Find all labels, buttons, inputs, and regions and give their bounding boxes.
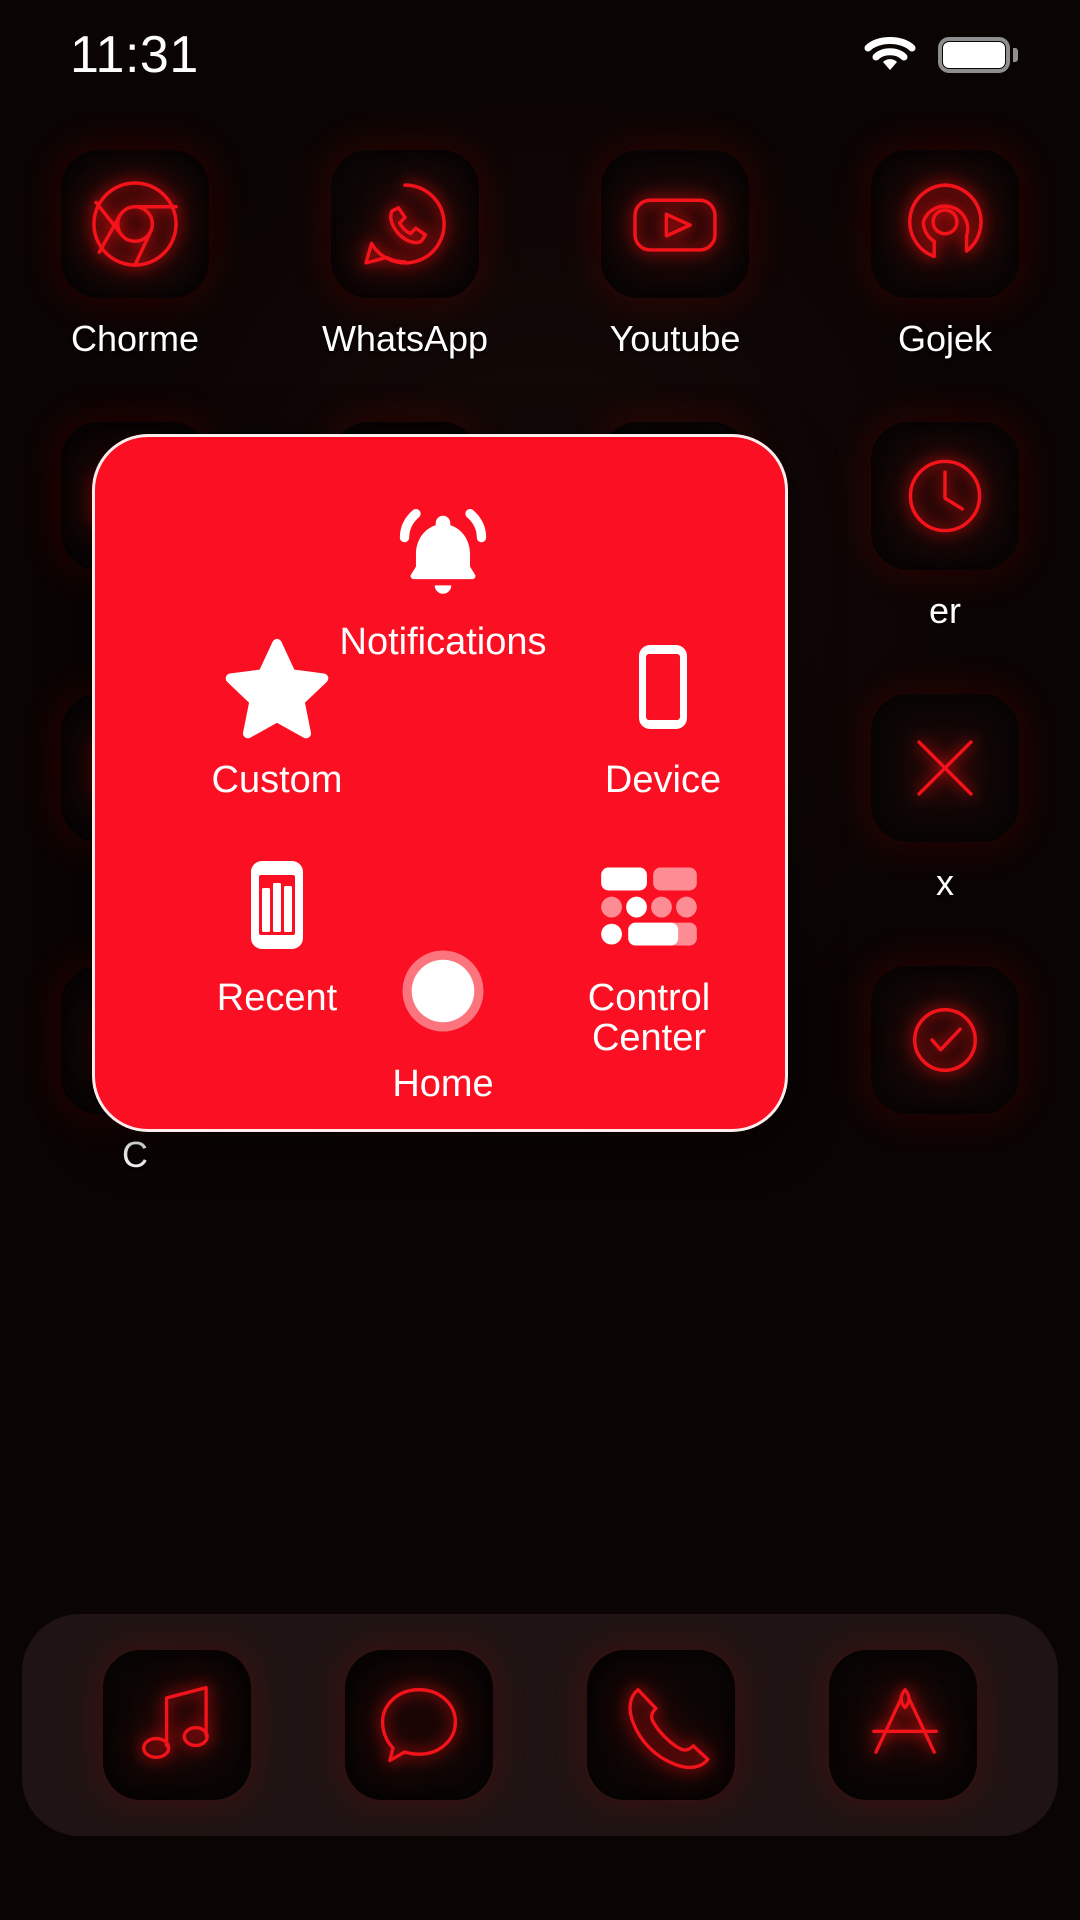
dock [22,1614,1058,1836]
app-icon [871,422,1019,570]
app-label: er [929,590,961,632]
phone-screen: 11:31 [0,0,1080,1920]
gojek-icon [871,150,1019,298]
app-label: x [936,862,954,904]
app-icon [871,694,1019,842]
app-icon-gojek[interactable]: Gojek [810,150,1080,360]
app-label: Chorme [71,318,199,360]
assistive-item-home[interactable]: Home [343,931,543,1105]
messages-icon [367,1671,471,1780]
assistive-label: Control Center [588,979,711,1058]
assistive-label: Home [392,1065,493,1105]
dock-item-phone[interactable] [587,1650,735,1800]
app-icon-row4-4[interactable] [810,966,1080,1176]
music-icon [125,1671,229,1780]
control-center-icon [597,845,701,965]
assistive-item-control-center[interactable]: Control Center [525,845,773,1058]
assistive-label: Custom [212,761,343,801]
assistive-item-custom[interactable]: Custom [157,627,397,801]
app-icon-row2-4[interactable]: er [810,422,1080,632]
whatsapp-icon [331,150,479,298]
assistive-item-device[interactable]: Device [553,627,773,801]
dock-item-music[interactable] [103,1650,251,1800]
chrome-icon [61,150,209,298]
assistive-touch-panel: Notifications Custom Device [92,434,788,1132]
battery-icon [938,37,1010,73]
app-icon-chrome[interactable]: Chorme [0,150,270,360]
dock-item-app-store[interactable] [829,1650,977,1800]
assistive-label: Device [605,761,721,801]
youtube-icon [601,150,749,298]
dock-item-messages[interactable] [345,1650,493,1800]
app-store-icon [851,1671,955,1780]
phone-outline-icon [613,627,713,747]
app-label: WhatsApp [322,318,488,360]
wifi-icon [864,35,916,75]
app-icon-whatsapp[interactable]: WhatsApp [270,150,540,360]
app-label: Youtube [610,318,741,360]
app-icon-row3-4[interactable]: x [810,694,1080,904]
app-label: C [122,1134,148,1176]
status-bar: 11:31 [0,0,1080,110]
assistive-label: Recent [217,979,337,1019]
app-icon-youtube[interactable]: Youtube [540,150,810,360]
app-icon [871,966,1019,1114]
phone-icon [609,1671,713,1780]
status-bar-indicators [864,35,1010,75]
home-circle-icon [397,931,489,1051]
bell-icon [391,489,495,609]
app-label: Gojek [898,318,992,360]
status-bar-clock: 11:31 [70,25,199,85]
recent-apps-icon [227,845,327,965]
star-icon [223,627,331,747]
